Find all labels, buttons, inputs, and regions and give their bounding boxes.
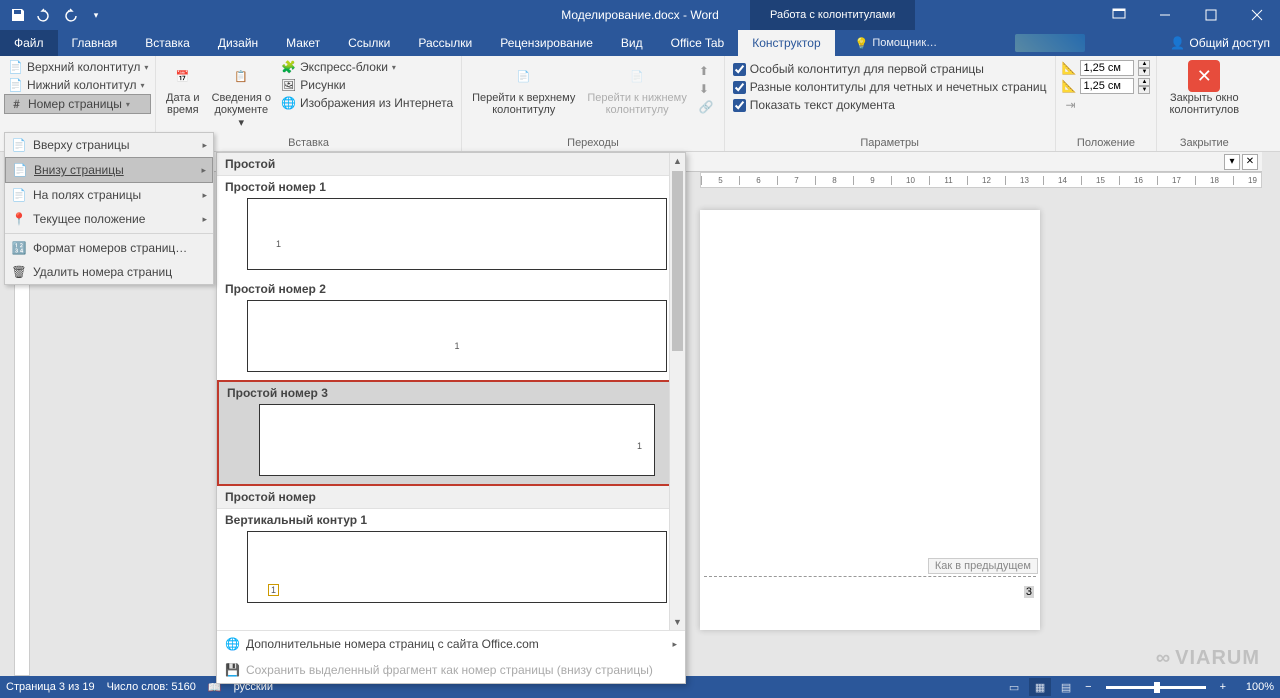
- header-button[interactable]: 📄 Верхний колонтитул ▾: [4, 58, 151, 76]
- different-first-checkbox[interactable]: Особый колонтитул для первой страницы: [731, 60, 1049, 78]
- scrollbar-thumb[interactable]: [672, 171, 683, 351]
- tell-me-search[interactable]: 💡 Помощник…: [855, 30, 938, 56]
- group-label-close: Закрытие: [1161, 137, 1247, 151]
- quick-access-toolbar: ▾: [6, 3, 108, 27]
- prev-section-button[interactable]: ⬆: [695, 62, 718, 80]
- scroll-down-icon[interactable]: ▼: [670, 614, 685, 630]
- zoom-out-button[interactable]: −: [1081, 681, 1095, 693]
- view-print-layout-icon[interactable]: ▦: [1029, 678, 1051, 696]
- header-top-spinner[interactable]: 📐▲▼: [1062, 60, 1151, 76]
- status-word-count[interactable]: Число слов: 5160: [107, 681, 196, 693]
- show-document-checkbox[interactable]: Показать текст документа: [731, 96, 1049, 114]
- footer-bottom-spinner[interactable]: 📐▲▼: [1062, 78, 1151, 94]
- zoom-level[interactable]: 100%: [1234, 681, 1274, 693]
- office-icon: 🌐: [225, 637, 240, 651]
- group-label-nav: Переходы: [466, 137, 720, 151]
- tab-design[interactable]: Дизайн: [204, 30, 272, 56]
- next-section-button[interactable]: ⬇: [695, 80, 718, 98]
- ribbon-tabs: Файл Главная Вставка Дизайн Макет Ссылки…: [0, 30, 1280, 56]
- gallery-save-selection: 💾Сохранить выделенный фрагмент как номер…: [217, 657, 685, 683]
- close-icon[interactable]: [1234, 0, 1280, 30]
- submenu-top-of-page[interactable]: 📄Вверху страницы▸: [5, 133, 213, 157]
- page-number-gallery: ▲ ▼ Простой Простой номер 1 1 Простой но…: [216, 152, 686, 684]
- horizontal-ruler: 5678910111213141516171819: [700, 172, 1262, 188]
- title-bar: ▾ Моделирование.docx - Word Работа с кол…: [0, 0, 1280, 30]
- gallery-item-simple-3[interactable]: Простой номер 3 1: [217, 380, 685, 486]
- doc-info-button[interactable]: 📋Сведения о документе▾: [206, 58, 277, 137]
- doc-tab-controls: ▾ ✕: [1224, 154, 1258, 170]
- doc-tab-close-icon[interactable]: ✕: [1242, 154, 1258, 170]
- footer-button[interactable]: 📄 Нижний колонтитул ▾: [4, 76, 151, 94]
- ribbon-options-icon[interactable]: [1096, 0, 1142, 30]
- user-avatar[interactable]: [1015, 34, 1085, 52]
- group-label-options: Параметры: [729, 137, 1051, 151]
- online-pictures-button[interactable]: 🌐 Изображения из Интернета: [277, 94, 457, 112]
- different-odd-even-checkbox[interactable]: Разные колонтитулы для четных и нечетных…: [731, 78, 1049, 96]
- undo-icon[interactable]: [32, 3, 56, 27]
- page-number-field[interactable]: 3: [1024, 586, 1034, 598]
- tab-review[interactable]: Рецензирование: [486, 30, 607, 56]
- gallery-more-online[interactable]: 🌐Дополнительные номера страниц с сайта O…: [217, 631, 685, 657]
- window-title: Моделирование.docx - Word: [561, 8, 719, 22]
- submenu-remove-numbers[interactable]: 🗑Удалить номера страниц: [5, 260, 213, 284]
- page-number-submenu: 📄Вверху страницы▸ 📄Внизу страницы▸ 📄На п…: [4, 132, 214, 285]
- save-icon[interactable]: [6, 3, 30, 27]
- page-number-button[interactable]: #️ Номер страницы ▾: [4, 94, 151, 114]
- submenu-current-position[interactable]: 📍Текущее положение▸: [5, 207, 213, 231]
- insert-alignment-tab-button[interactable]: ⇥: [1062, 96, 1151, 114]
- link-previous-button[interactable]: 🔗: [695, 98, 718, 116]
- doc-tab-dropdown-icon[interactable]: ▾: [1224, 154, 1240, 170]
- close-x-icon: ✕: [1188, 60, 1220, 92]
- gallery-item-simple-2[interactable]: Простой номер 2 1: [217, 278, 685, 372]
- redo-icon[interactable]: [58, 3, 82, 27]
- minimize-icon[interactable]: [1142, 0, 1188, 30]
- pictures-button[interactable]: 🖼 Рисунки: [277, 76, 457, 94]
- tab-view[interactable]: Вид: [607, 30, 657, 56]
- footer-boundary: [704, 576, 1036, 577]
- qat-more-icon[interactable]: ▾: [84, 3, 108, 27]
- gallery-item-simple-1[interactable]: Простой номер 1 1: [217, 176, 685, 270]
- maximize-icon[interactable]: [1188, 0, 1234, 30]
- gallery-scrollbar[interactable]: ▲ ▼: [669, 153, 685, 630]
- tab-office-tab[interactable]: Office Tab: [657, 30, 739, 56]
- date-time-button[interactable]: 📅Дата и время: [160, 58, 206, 137]
- close-header-footer-button[interactable]: ✕ Закрыть окно колонтитулов: [1161, 58, 1247, 137]
- zoom-in-button[interactable]: +: [1216, 681, 1230, 693]
- gallery-section-simple: Простой: [217, 153, 685, 176]
- document-page[interactable]: Как в предыдущем 3: [700, 210, 1040, 630]
- infinity-icon: ∞: [1156, 647, 1171, 670]
- tab-insert[interactable]: Вставка: [131, 30, 204, 56]
- view-web-layout-icon[interactable]: ▤: [1055, 678, 1077, 696]
- submenu-bottom-of-page[interactable]: 📄Внизу страницы▸: [5, 157, 213, 183]
- group-label-position: Положение: [1060, 137, 1153, 151]
- tab-home[interactable]: Главная: [58, 30, 132, 56]
- save-selection-icon: 💾: [225, 663, 240, 677]
- status-page[interactable]: Страница 3 из 19: [6, 681, 95, 693]
- watermark: ∞VIARUM: [1156, 647, 1260, 670]
- tab-file[interactable]: Файл: [0, 30, 58, 56]
- quick-parts-button[interactable]: 🧩 Экспресс-блоки ▾: [277, 58, 457, 76]
- tab-designer[interactable]: Конструктор: [738, 30, 834, 56]
- view-read-mode-icon[interactable]: ▭: [1003, 678, 1025, 696]
- tab-mailings[interactable]: Рассылки: [404, 30, 486, 56]
- goto-footer-button: 📄Перейти к нижнему колонтитулу: [581, 58, 692, 137]
- submenu-page-margins[interactable]: 📄На полях страницы▸: [5, 183, 213, 207]
- zoom-slider[interactable]: [1106, 686, 1206, 689]
- gallery-item-vertical-outline-1[interactable]: Вертикальный контур 1 1: [217, 509, 685, 603]
- submenu-format-numbers[interactable]: 🔢Формат номеров страниц…: [5, 236, 213, 260]
- share-button[interactable]: 👤 Общий доступ: [1170, 30, 1270, 56]
- contextual-tools-title: Работа с колонтитулами: [750, 0, 915, 30]
- goto-header-button[interactable]: 📄Перейти к верхнему колонтитулу: [466, 58, 581, 137]
- gallery-section-simple-number: Простой номер: [217, 486, 685, 509]
- same-as-previous-label: Как в предыдущем: [928, 558, 1038, 574]
- tab-layout[interactable]: Макет: [272, 30, 334, 56]
- tab-references[interactable]: Ссылки: [334, 30, 404, 56]
- scroll-up-icon[interactable]: ▲: [670, 153, 685, 169]
